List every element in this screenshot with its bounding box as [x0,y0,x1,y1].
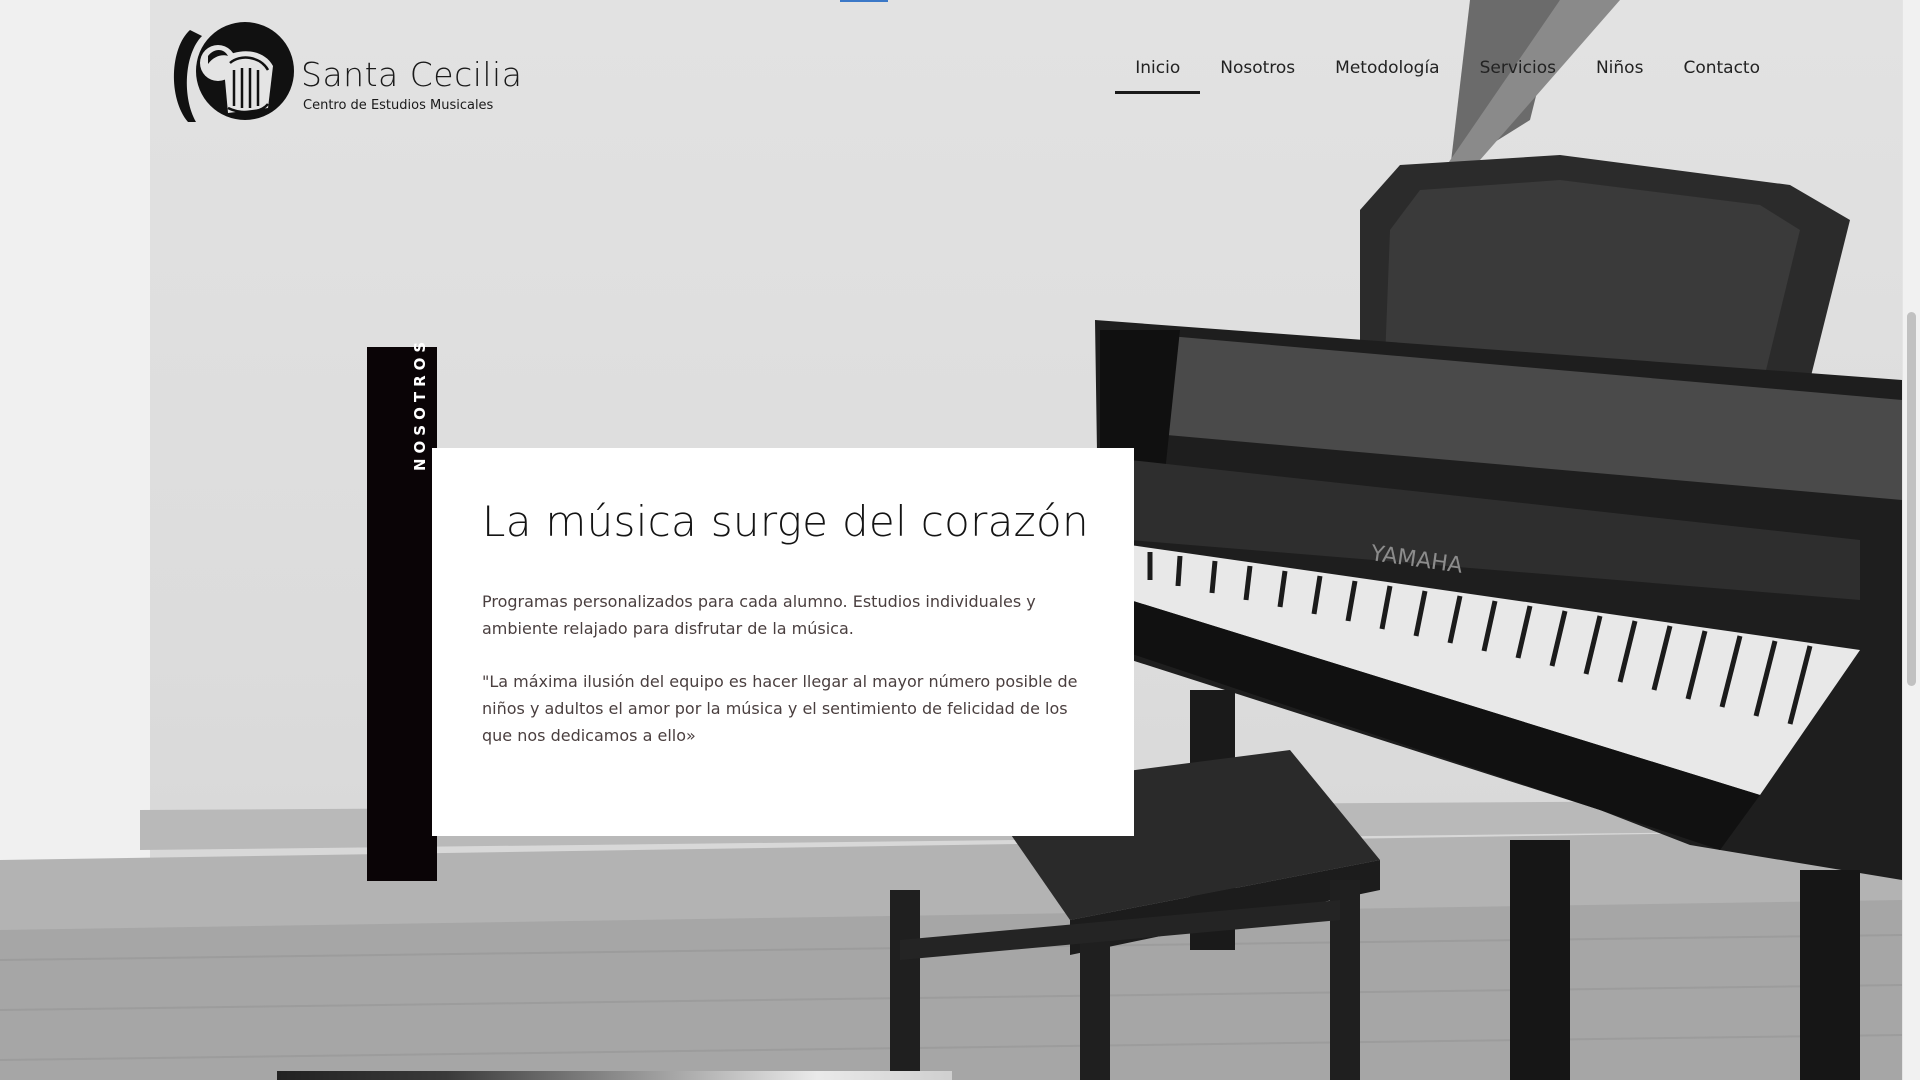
brand-subtitle: Centro de Estudios Musicales [303,98,494,113]
intro-paragraph: Programas personalizados para cada alumn… [482,592,1036,639]
nav-item-inicio[interactable]: Inicio [1115,44,1201,94]
quote-paragraph: "La máxima ilusión del equipo es hacer l… [482,672,1078,746]
site-logo[interactable]: Santa Cecilia Centro de Estudios Musical… [168,18,522,126]
nav-item-ninos[interactable]: Niños [1576,44,1663,94]
about-card: La música surge del corazón Programas pe… [432,448,1134,836]
nav-item-servicios[interactable]: Servicios [1460,44,1576,94]
main-navigation: Inicio Nosotros Metodología Servicios Ni… [1115,44,1780,94]
brand-name: Santa Cecilia [301,55,523,94]
nav-item-contacto[interactable]: Contacto [1663,44,1780,94]
lyre-logo-icon [173,22,294,122]
nav-item-metodologia[interactable]: Metodología [1315,44,1459,94]
top-scroll-marker [840,0,888,2]
section-tab-label: NOSOTROS [411,336,429,471]
section-title: La música surge del corazón [482,497,1089,546]
section-tab: NOSOTROS [367,336,437,881]
scrollbar-thumb[interactable] [1907,312,1916,686]
nav-item-nosotros[interactable]: Nosotros [1200,44,1315,94]
next-section-image-edge [277,1071,952,1080]
page-scrollbar[interactable] [1902,0,1920,1080]
